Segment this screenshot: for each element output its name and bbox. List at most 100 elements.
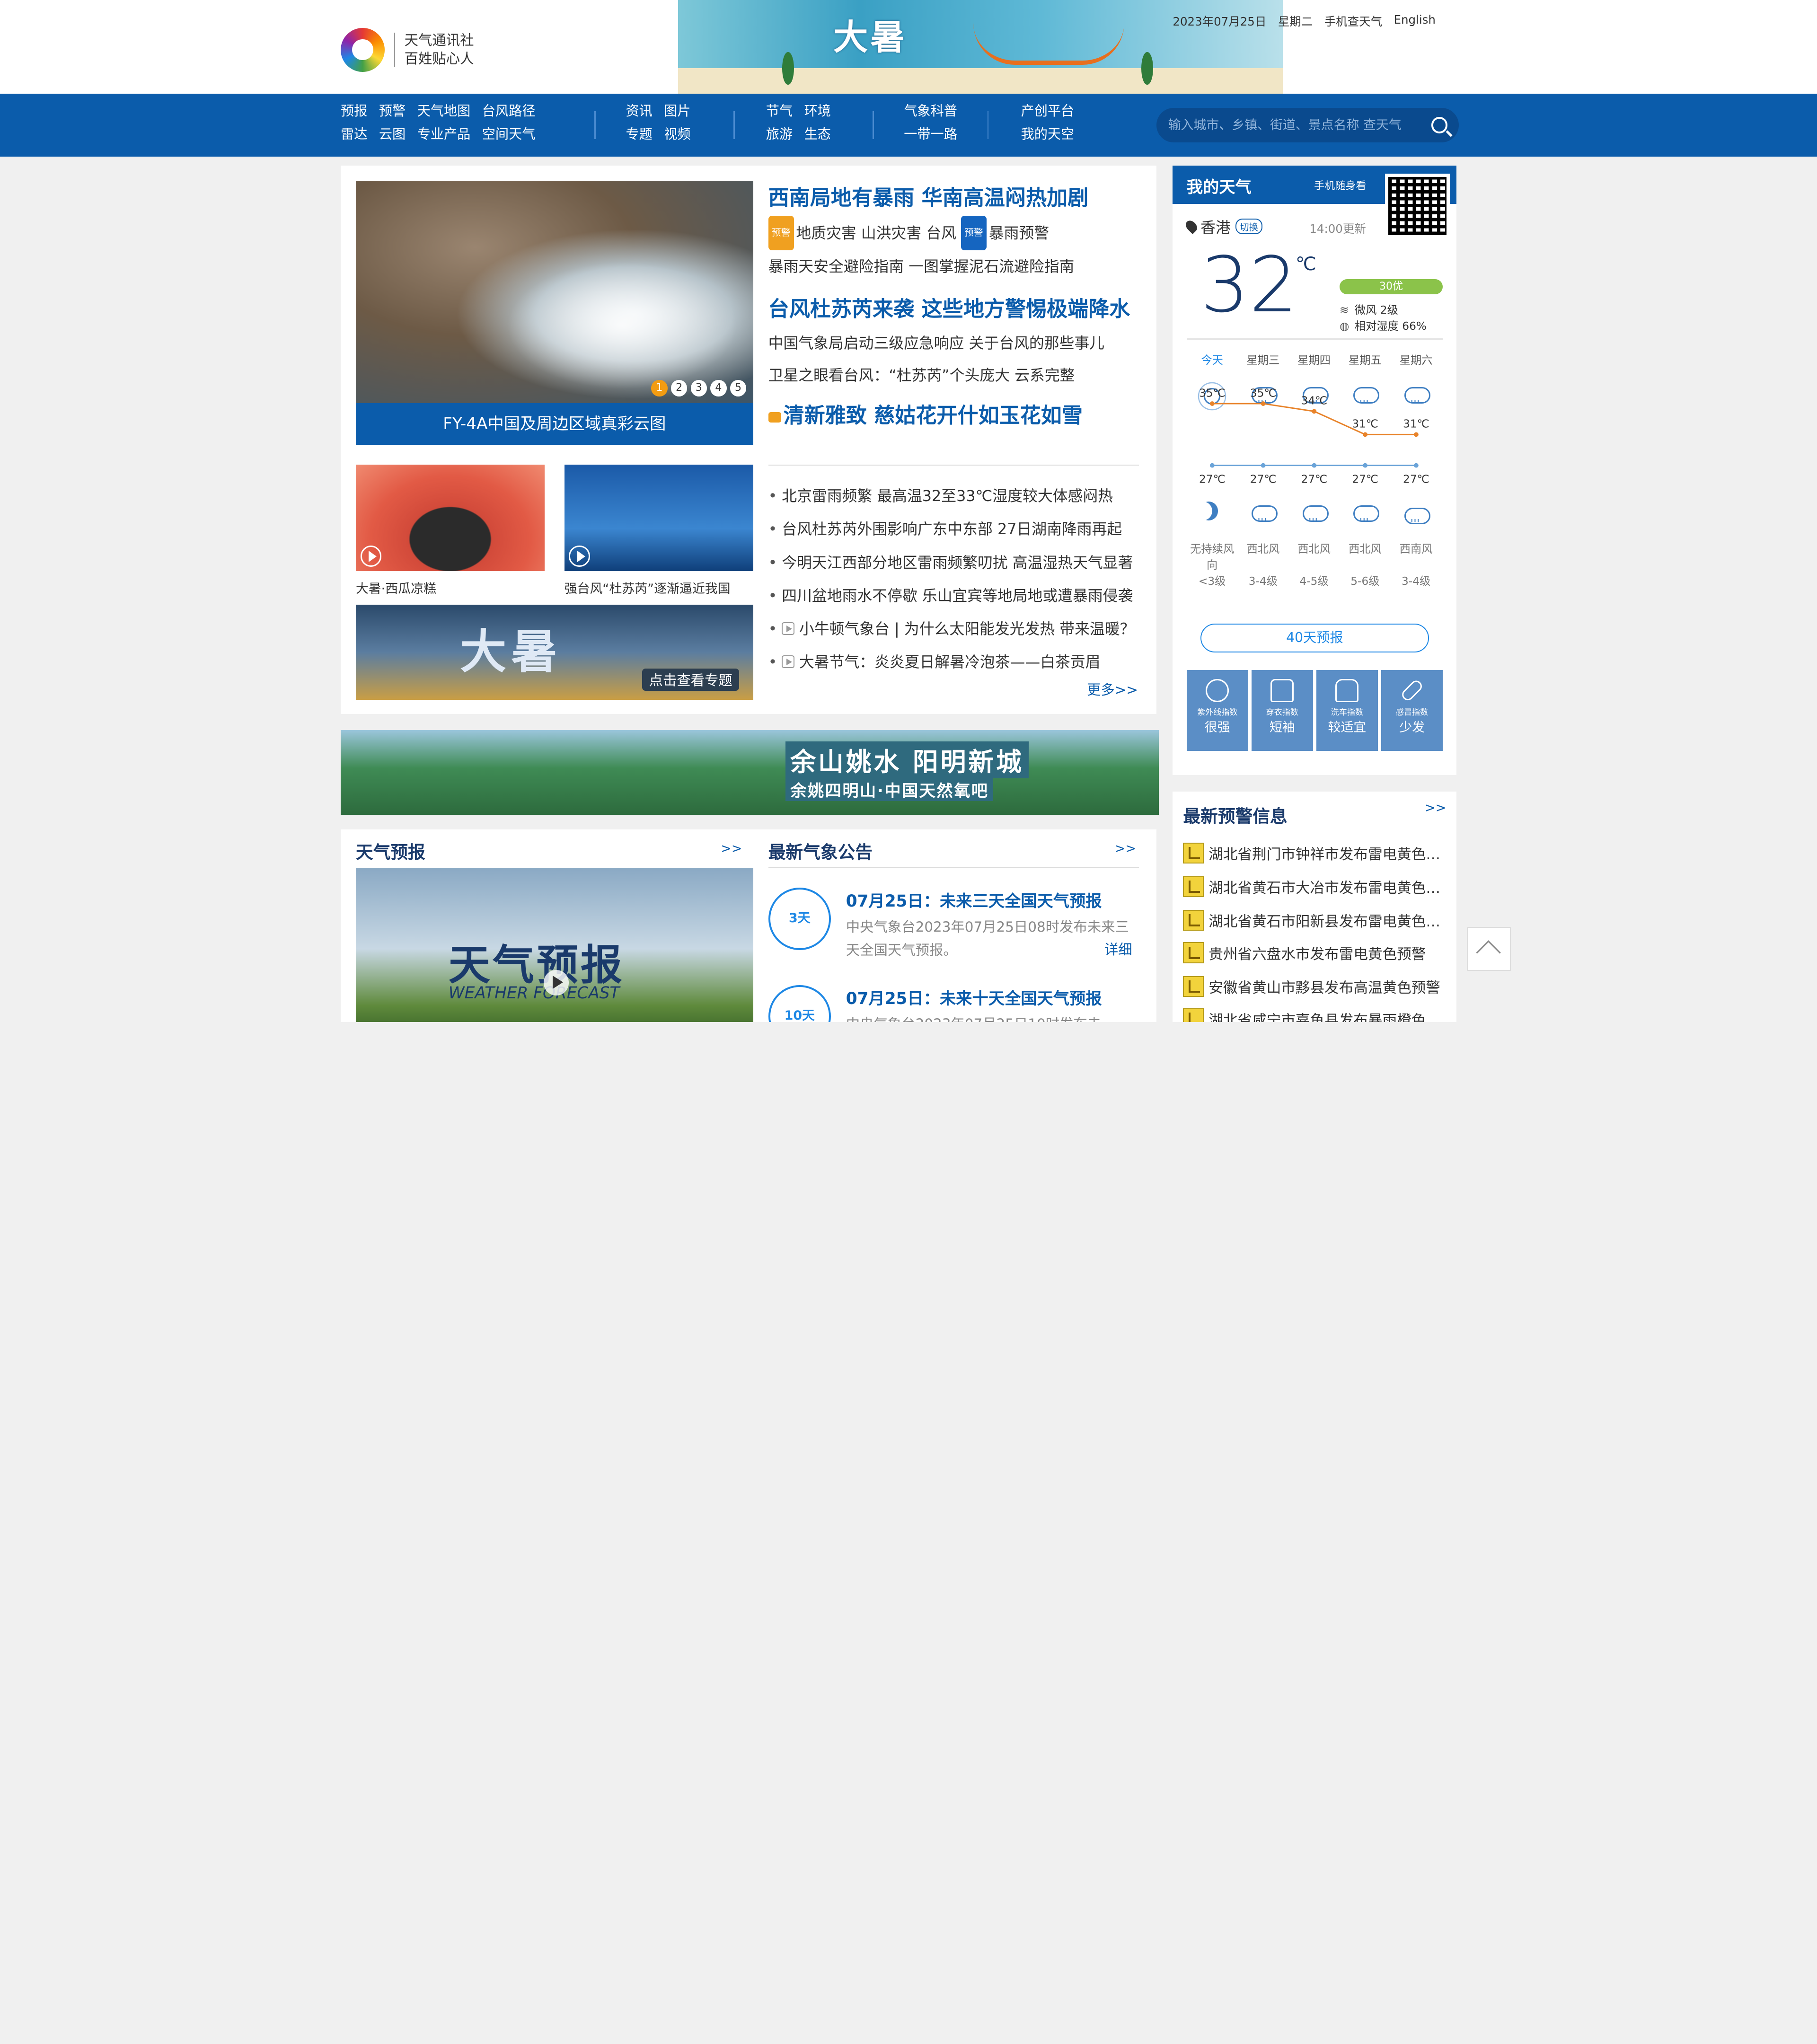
logo-text: 天气通讯社 百姓贴心人 bbox=[405, 31, 474, 68]
nav-item[interactable]: 我的天空 bbox=[1021, 123, 1075, 146]
forecast-video[interactable]: 天气预报 WEATHER FORECAST bbox=[355, 868, 753, 1022]
alert-text: 湖北省荆门市钟祥市发布雷电黄色预警 bbox=[1208, 846, 1450, 863]
hero-carousel[interactable]: 1 2 3 4 5 FY-4A中国及周边区域真彩云图 bbox=[355, 181, 753, 445]
view-topic-button[interactable]: 点击查看专题 bbox=[642, 668, 740, 691]
nav-item[interactable]: 天气地图 bbox=[417, 100, 471, 123]
nav-item[interactable]: 雷达 bbox=[341, 123, 367, 146]
alert-item[interactable]: 湖北省咸宁市嘉鱼县发布暴雨橙色预警 bbox=[1183, 1008, 1450, 1022]
nav-item[interactable]: 环境 bbox=[804, 100, 831, 123]
link[interactable]: 地质灾害 山洪灾害 台风 bbox=[796, 224, 956, 242]
temp-label: 27℃ bbox=[1199, 473, 1226, 485]
index-name: 穿衣指数 bbox=[1266, 707, 1299, 717]
temp-point bbox=[1362, 463, 1367, 468]
sun-icon bbox=[1206, 679, 1229, 703]
temp-label: 35℃ bbox=[1199, 387, 1226, 399]
news-item[interactable]: • 北京雷雨频繁 最高温32至33℃湿度较大体感闷热 bbox=[768, 479, 1139, 512]
nav-item[interactable]: 生态 bbox=[804, 123, 831, 146]
cloud-sun-icon bbox=[1403, 502, 1431, 530]
headline-2[interactable]: 台风杜苏芮来袭 这些地方警惕极端降水 bbox=[768, 292, 1139, 326]
nav-item[interactable]: 台风路径 bbox=[482, 100, 536, 123]
forecast-40-day-button[interactable]: 40天预报 bbox=[1200, 623, 1429, 652]
headline-2-sub[interactable]: 中国气象局启动三级应急响应 关于台风的那些事儿 bbox=[768, 327, 1139, 360]
switch-city-button[interactable]: 切换 bbox=[1235, 219, 1263, 234]
nav-item[interactable]: 云图 bbox=[379, 123, 406, 146]
carousel-dot[interactable]: 5 bbox=[730, 380, 747, 396]
headline-2-sub[interactable]: 卫星之眼看台风：“杜苏芮”个头庞大 云系完整 bbox=[768, 359, 1139, 392]
notice-title[interactable]: 07月25日：未来十天全国天气预报 bbox=[846, 985, 1102, 1009]
index-cold[interactable]: 感冒指数 少发 bbox=[1381, 670, 1443, 751]
notice-detail-link[interactable]: 详细 bbox=[1104, 939, 1132, 959]
logo-icon bbox=[341, 27, 385, 72]
temp-label: 27℃ bbox=[1301, 473, 1327, 485]
nav-item[interactable]: 专题 bbox=[626, 123, 652, 146]
more-news-link[interactable]: 更多>> bbox=[1087, 679, 1138, 699]
forecast-more-link[interactable]: >> bbox=[721, 841, 742, 856]
wind-value: 微风 2级 bbox=[1354, 304, 1398, 317]
english-link[interactable]: English bbox=[1394, 13, 1436, 29]
video-thumb[interactable]: 大暑·西瓜凉糕 bbox=[355, 465, 545, 597]
index-uv[interactable]: 紫外线指数 很强 bbox=[1186, 670, 1248, 751]
link[interactable]: 暴雨预警 bbox=[989, 224, 1049, 242]
nav-item[interactable]: 预警 bbox=[379, 100, 406, 123]
site-logo[interactable]: 天气通讯社 百姓贴心人 bbox=[341, 27, 474, 72]
nav-item[interactable]: 图片 bbox=[664, 100, 690, 123]
nav-item[interactable]: 视频 bbox=[664, 123, 690, 146]
carousel-dot[interactable]: 4 bbox=[710, 380, 727, 396]
dashu-topic-banner[interactable]: 大暑 点击查看专题 bbox=[355, 605, 753, 700]
back-to-top-button[interactable] bbox=[1467, 927, 1511, 971]
index-car-wash[interactable]: 洗车指数 较适宜 bbox=[1316, 670, 1378, 751]
cloud-rain-icon bbox=[1352, 502, 1380, 529]
satellite-cloud-image[interactable]: 1 2 3 4 5 bbox=[355, 181, 753, 404]
nav-item[interactable]: 旅游 bbox=[766, 123, 793, 146]
warning-icon bbox=[1183, 976, 1204, 997]
alert-item[interactable]: 湖北省黄石市阳新县发布雷电黄色预警 bbox=[1183, 909, 1450, 931]
alert-text: 安徽省黄山市黟县发布高温黄色预警 bbox=[1208, 980, 1441, 997]
search-icon[interactable] bbox=[1431, 117, 1447, 133]
video-thumb[interactable]: 强台风“杜苏芮”逐渐逼近我国 bbox=[564, 465, 753, 597]
news-item[interactable]: • 小牛顿气象台 | 为什么太阳能发光发热 带来温暖？ bbox=[768, 612, 1139, 645]
tourism-banner[interactable]: 余山姚水 阳明新城 余姚四明山·中国天然氧吧 bbox=[341, 730, 1159, 815]
headline-3[interactable]: 清新雅致 慈姑花开什如玉花如雪 bbox=[768, 398, 1139, 433]
carousel-dot[interactable]: 1 bbox=[651, 380, 668, 396]
nav-divider bbox=[594, 111, 596, 139]
news-item[interactable]: • 四川盆地雨水不停歇 乐山宜宾等地局地或遭暴雨侵袭 bbox=[768, 579, 1139, 612]
nav-item[interactable]: 资讯 bbox=[626, 100, 652, 123]
notice-more-link[interactable]: >> bbox=[1115, 841, 1136, 856]
nav-item[interactable]: 节气 bbox=[766, 100, 793, 123]
carousel-dot[interactable]: 2 bbox=[670, 380, 688, 396]
carousel-dot[interactable]: 3 bbox=[690, 380, 707, 396]
notice-title[interactable]: 07月25日：未来三天全国天气预报 bbox=[846, 888, 1102, 911]
air-quality-badge: 30优 bbox=[1340, 279, 1443, 295]
headline-1-sub[interactable]: 暴雨天安全避险指南 一图掌握泥石流避险指南 bbox=[768, 250, 1139, 283]
alert-item[interactable]: 安徽省黄山市黟县发布高温黄色预警 bbox=[1183, 976, 1449, 997]
nav-item[interactable]: 一带一路 bbox=[904, 123, 957, 146]
news-item[interactable]: • 台风杜苏芮外围影响广东中东部 27日湖南降雨再起 bbox=[768, 512, 1139, 546]
wind-direction: 西北风 bbox=[1349, 542, 1382, 555]
index-clothing[interactable]: 穿衣指数 短袖 bbox=[1251, 670, 1313, 751]
nav-item[interactable]: 气象科普 bbox=[904, 100, 957, 123]
nav-item[interactable]: 专业产品 bbox=[417, 123, 471, 146]
news-item[interactable]: • 大暑节气：炎炎夏日解暑冷泡茶——白茶贡眉 bbox=[768, 645, 1139, 678]
hero-caption[interactable]: FY-4A中国及周边区域真彩云图 bbox=[355, 403, 753, 445]
banner-title: 大暑 bbox=[460, 625, 562, 679]
top-links: 2023年07月25日 星期二 手机查天气 English bbox=[1173, 13, 1436, 29]
nav-item[interactable]: 产创平台 bbox=[1021, 100, 1075, 123]
news-item[interactable]: • 今明天江西部分地区雷雨频繁叨扰 高温湿热天气显著 bbox=[768, 546, 1139, 579]
forecast-day-label: 今天 bbox=[1201, 354, 1223, 367]
alert-item[interactable]: 贵州省六盘水市发布雷电黄色预警 bbox=[1183, 942, 1449, 963]
banner-line2: 余姚四明山·中国天然氧吧 bbox=[785, 777, 994, 802]
headline-1[interactable]: 西南局地有暴雨 华南高温闷热加剧 bbox=[768, 181, 1139, 215]
play-icon[interactable] bbox=[543, 969, 569, 996]
alert-item[interactable]: 湖北省荆门市钟祥市发布雷电黄色预警 bbox=[1183, 842, 1450, 863]
search-input[interactable] bbox=[1168, 117, 1431, 132]
temp-label: 31℃ bbox=[1403, 418, 1429, 431]
banner-hammock bbox=[973, 23, 1124, 65]
nav-item[interactable]: 空间天气 bbox=[482, 123, 536, 146]
temp-point bbox=[1312, 409, 1317, 414]
temp-label: 31℃ bbox=[1352, 418, 1378, 431]
video-subtitle: WEATHER FORECAST bbox=[448, 984, 620, 1003]
nav-item[interactable]: 预报 bbox=[341, 100, 367, 123]
mobile-weather-link[interactable]: 手机查天气 bbox=[1324, 13, 1382, 29]
alert-item[interactable]: 湖北省黄石市大冶市发布雷电黄色预警 bbox=[1183, 876, 1450, 897]
alerts-more-link[interactable]: >> bbox=[1425, 801, 1446, 815]
